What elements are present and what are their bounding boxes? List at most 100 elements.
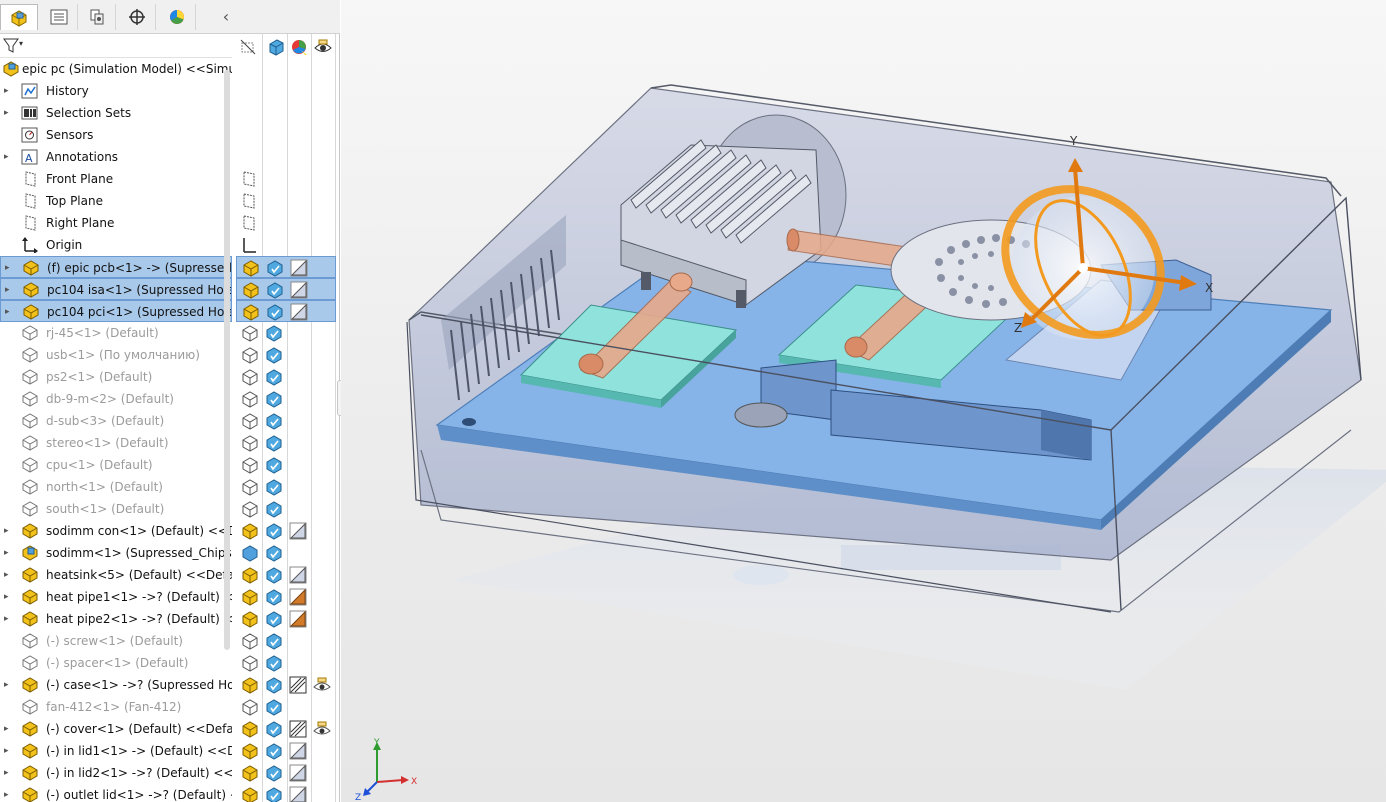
tree-item[interactable]: Right Plane [0, 212, 232, 234]
display-state-icon[interactable] [241, 456, 259, 474]
display-state-icon[interactable] [265, 412, 283, 430]
display-state-icon[interactable] [265, 544, 283, 562]
expand-arrow-icon[interactable]: ▸ [4, 762, 14, 784]
display-state-icon[interactable] [290, 303, 308, 321]
display-state-icon[interactable] [265, 478, 283, 496]
display-state-icon[interactable] [265, 610, 283, 628]
expand-arrow-icon[interactable]: ▸ [5, 257, 15, 277]
display-state-icon[interactable] [265, 368, 283, 386]
tree-item[interactable]: Sensors [0, 124, 232, 146]
expand-arrow-icon[interactable]: ▸ [4, 608, 14, 630]
display-state-icon[interactable] [266, 303, 284, 321]
display-state-icon[interactable] [265, 764, 283, 782]
display-state-icon[interactable] [313, 676, 331, 694]
tree-item[interactable]: ▸ Selection Sets [0, 102, 232, 124]
display-state-icon[interactable] [289, 522, 307, 540]
tree-item[interactable]: ▸ pc104 isa<1> (Supressed Holes) < [0, 278, 232, 300]
tree-item[interactable]: Top Plane [0, 190, 232, 212]
tree-scrollbar[interactable] [224, 70, 230, 650]
display-state-icon[interactable] [241, 566, 259, 584]
display-state-icon[interactable] [265, 434, 283, 452]
display-state-icon[interactable] [241, 676, 259, 694]
tree-item[interactable]: cpu<1> (Default) [0, 454, 232, 476]
expand-arrow-icon[interactable]: ▸ [5, 301, 15, 321]
display-state-icon[interactable] [241, 368, 259, 386]
display-state-icon[interactable] [241, 522, 259, 540]
expand-arrow-icon[interactable]: ▸ [4, 80, 14, 102]
display-state-icon[interactable] [289, 764, 307, 782]
filter-icon[interactable] [3, 37, 19, 58]
expand-arrow-icon[interactable]: ▸ [4, 564, 14, 586]
display-state-icon[interactable] [242, 303, 260, 321]
tree-item[interactable]: ▸ pc104 pci<1> (Supressed Holes) [0, 300, 232, 322]
display-state-icon[interactable] [265, 324, 283, 342]
tree-item[interactable]: rj-45<1> (Default) [0, 322, 232, 344]
collapse-panel-button[interactable]: ‹ [216, 7, 236, 27]
tab-propertymanager[interactable] [40, 4, 78, 30]
display-state-icon[interactable] [289, 566, 307, 584]
display-state-icon[interactable] [241, 412, 259, 430]
tree-root[interactable]: epic pc (Simulation Model) <<Simulati [0, 58, 232, 80]
tree-item[interactable]: ps2<1> (Default) [0, 366, 232, 388]
display-state-icon[interactable] [289, 720, 307, 738]
tab-display-manager[interactable] [158, 4, 196, 30]
display-state-icon[interactable] [265, 346, 283, 364]
tree-item[interactable]: fan-412<1> (Fan-412) [0, 696, 232, 718]
expand-arrow-icon[interactable]: ▸ [4, 520, 14, 542]
display-state-icon[interactable] [241, 786, 259, 802]
tree-item[interactable]: ▸ heat pipe2<1> ->? (Default) <<D [0, 608, 232, 630]
display-state-icon[interactable] [265, 632, 283, 650]
display-state-icon[interactable] [313, 720, 331, 738]
view-triad[interactable]: Y X Z [355, 738, 417, 802]
tab-featuremanager[interactable] [0, 4, 38, 30]
display-state-icon[interactable] [265, 676, 283, 694]
model-scene[interactable]: Y X Z Y X Z [341, 0, 1386, 802]
display-state-icon[interactable] [241, 654, 259, 672]
filter-dropdown-icon[interactable]: ▾ [19, 39, 23, 48]
tree-item[interactable]: usb<1> (По умолчанию) [0, 344, 232, 366]
tree-item[interactable]: stereo<1> (Default) [0, 432, 232, 454]
display-state-icon[interactable] [265, 500, 283, 518]
tree-item[interactable]: db-9-m<2> (Default) [0, 388, 232, 410]
display-state-icon[interactable] [241, 324, 259, 342]
tree-item[interactable]: Origin [0, 234, 232, 256]
tree-item[interactable]: south<1> (Default) [0, 498, 232, 520]
expand-arrow-icon[interactable]: ▸ [4, 784, 14, 802]
display-state-icon[interactable] [241, 236, 259, 254]
display-state-icon[interactable] [241, 588, 259, 606]
tree-item[interactable]: Front Plane [0, 168, 232, 190]
display-state-icon[interactable] [241, 214, 259, 232]
display-state-icon[interactable] [289, 786, 307, 802]
display-state-icon[interactable] [289, 610, 307, 628]
display-state-icon[interactable] [265, 522, 283, 540]
display-state-icon[interactable] [265, 698, 283, 716]
display-state-icon[interactable] [265, 390, 283, 408]
display-state-icon[interactable] [265, 786, 283, 802]
display-state-icon[interactable] [241, 390, 259, 408]
display-state-icon[interactable] [241, 632, 259, 650]
graphics-viewport[interactable]: Y X Z Y X Z [341, 0, 1386, 802]
tree-item[interactable]: ▸ (-) outlet lid<1> ->? (Default) << [0, 784, 232, 802]
tree-item[interactable]: ▸ History [0, 80, 232, 102]
display-state-icon[interactable] [265, 566, 283, 584]
display-state-icon[interactable] [265, 588, 283, 606]
tree-item[interactable]: ▸ (-) case<1> ->? (Supressed Holes [0, 674, 232, 696]
tree-item[interactable]: (-) spacer<1> (Default) [0, 652, 232, 674]
expand-arrow-icon[interactable]: ▸ [4, 146, 14, 168]
display-state-icon[interactable] [241, 742, 259, 760]
tree-item[interactable]: ▸ heat pipe1<1> ->? (Default) <<D [0, 586, 232, 608]
display-state-icon[interactable] [290, 281, 308, 299]
display-state-icon[interactable] [241, 698, 259, 716]
appearance-column-header[interactable] [289, 37, 309, 57]
tree-item[interactable]: d-sub<3> (Default) [0, 410, 232, 432]
display-state-icon[interactable] [241, 346, 259, 364]
display-state-icon[interactable] [265, 654, 283, 672]
display-state-icon[interactable] [289, 588, 307, 606]
tree-item[interactable]: ▸ heatsink<5> (Default) <<Default [0, 564, 232, 586]
tree-item[interactable]: ▸ sodimm<1> (Supressed_Chips) < [0, 542, 232, 564]
tree-item[interactable]: ▸ (-) in lid1<1> -> (Default) <<Def [0, 740, 232, 762]
display-state-icon[interactable] [265, 742, 283, 760]
expand-arrow-icon[interactable]: ▸ [4, 586, 14, 608]
expand-arrow-icon[interactable]: ▸ [4, 542, 14, 564]
display-state-icon[interactable] [241, 434, 259, 452]
